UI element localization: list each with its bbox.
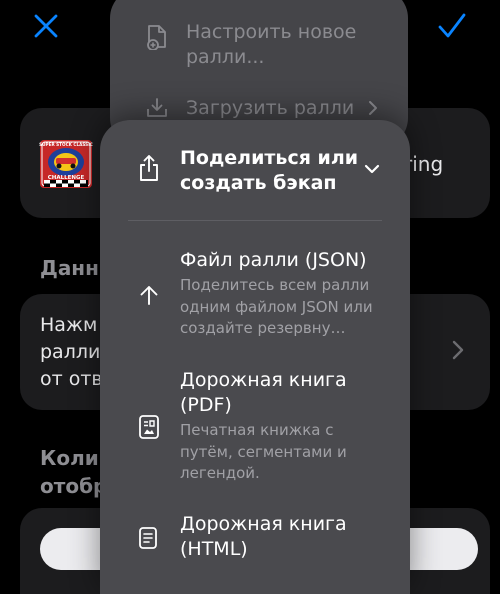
menu-item-new-rally-label: Настроить новое ралли... bbox=[186, 21, 357, 68]
chevron-right-icon bbox=[452, 340, 464, 360]
share-backup-menu: Поделиться или создать бэкап Файл ралли … bbox=[100, 120, 410, 594]
share-icon bbox=[140, 155, 158, 181]
document-text-icon bbox=[139, 527, 157, 549]
screen: SUPER STOCK CLASSIC CHALLENGE ring Данны… bbox=[0, 0, 500, 594]
roadbook-pdf-icon bbox=[139, 415, 159, 439]
arrow-up-icon bbox=[140, 286, 158, 305]
menu-item-rally-json-subtitle: Поделитесь всем ралли одним файлом JSON … bbox=[180, 276, 373, 337]
done-button[interactable] bbox=[432, 6, 472, 46]
menu-item-roadbook-html-title: Дорожная книга (HTML) bbox=[180, 513, 347, 560]
menu-item-roadbook-pdf[interactable]: Дорожная книга (PDF) Печатная книжка с п… bbox=[100, 366, 410, 492]
close-button[interactable] bbox=[26, 6, 66, 46]
menu-item-new-rally[interactable]: Настроить новое ралли... bbox=[110, 20, 408, 86]
logo-text-bottom: CHALLENGE bbox=[48, 175, 85, 181]
menu-item-rally-json[interactable]: Файл ралли (JSON) Поделитесь всем ралли … bbox=[100, 246, 410, 342]
super-stock-classic-challenge-logo: SUPER STOCK CLASSIC CHALLENGE bbox=[39, 140, 93, 188]
menu-item-rally-json-title: Файл ралли (JSON) bbox=[180, 249, 367, 271]
download-tray-icon bbox=[147, 98, 167, 117]
menu-item-roadbook-pdf-subtitle: Печатная книжка с путём, сегментами и ле… bbox=[180, 421, 347, 482]
logo-text-top: SUPER STOCK CLASSIC bbox=[39, 142, 93, 147]
new-document-icon bbox=[147, 25, 166, 50]
menu-divider bbox=[128, 220, 382, 221]
close-icon bbox=[34, 14, 58, 38]
menu-item-roadbook-html[interactable]: Дорожная книга (HTML) bbox=[100, 512, 410, 572]
menu-item-load-rally-label: Загрузить ралли bbox=[186, 97, 355, 119]
chevron-down-icon bbox=[364, 164, 380, 174]
menu-item-roadbook-pdf-title: Дорожная книга (PDF) bbox=[180, 369, 347, 416]
chevron-right-icon bbox=[369, 101, 377, 115]
share-backup-title: Поделиться или создать бэкап bbox=[180, 147, 359, 194]
checkmark-icon bbox=[438, 13, 466, 38]
share-backup-header[interactable]: Поделиться или создать бэкап bbox=[100, 120, 410, 220]
